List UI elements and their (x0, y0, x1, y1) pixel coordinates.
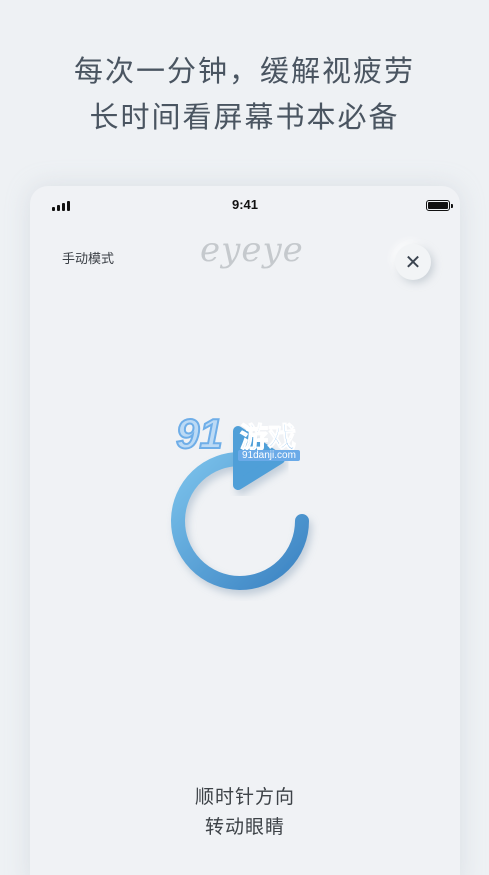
exercise-instruction: 顺时针方向 转动眼睛 (30, 782, 460, 842)
headline-line-1: 每次一分钟，缓解视疲劳 (73, 54, 415, 88)
instruction-line-1: 顺时针方向 (194, 786, 295, 808)
instruction-line-2: 转动眼睛 (204, 816, 285, 838)
status-bar: 9:41 (30, 186, 460, 222)
close-button[interactable]: ✕ (395, 244, 431, 280)
site-watermark: 91 游戏 91danji.com (175, 409, 316, 466)
promo-headline: 每次一分钟，缓解视疲劳 长时间看屏幕书本必备 (0, 48, 489, 140)
watermark-number: 91 (175, 409, 224, 458)
close-icon: ✕ (404, 250, 422, 274)
headline-line-2: 长时间看屏幕书本必备 (89, 100, 400, 134)
app-logo: eyeye (200, 230, 304, 270)
app-store-screenshot: 每次一分钟，缓解视疲劳 长时间看屏幕书本必备 9:41 手动模式 eyeye ✕ (0, 0, 489, 875)
phone-screen: 9:41 手动模式 eyeye ✕ 91 游戏 91danji.com 顺时针方… (30, 186, 460, 875)
mode-label: 手动模式 (62, 252, 115, 267)
status-time: 9:41 (231, 197, 259, 212)
watermark-domain: 91danji.com (238, 450, 300, 461)
battery-icon (426, 200, 453, 211)
